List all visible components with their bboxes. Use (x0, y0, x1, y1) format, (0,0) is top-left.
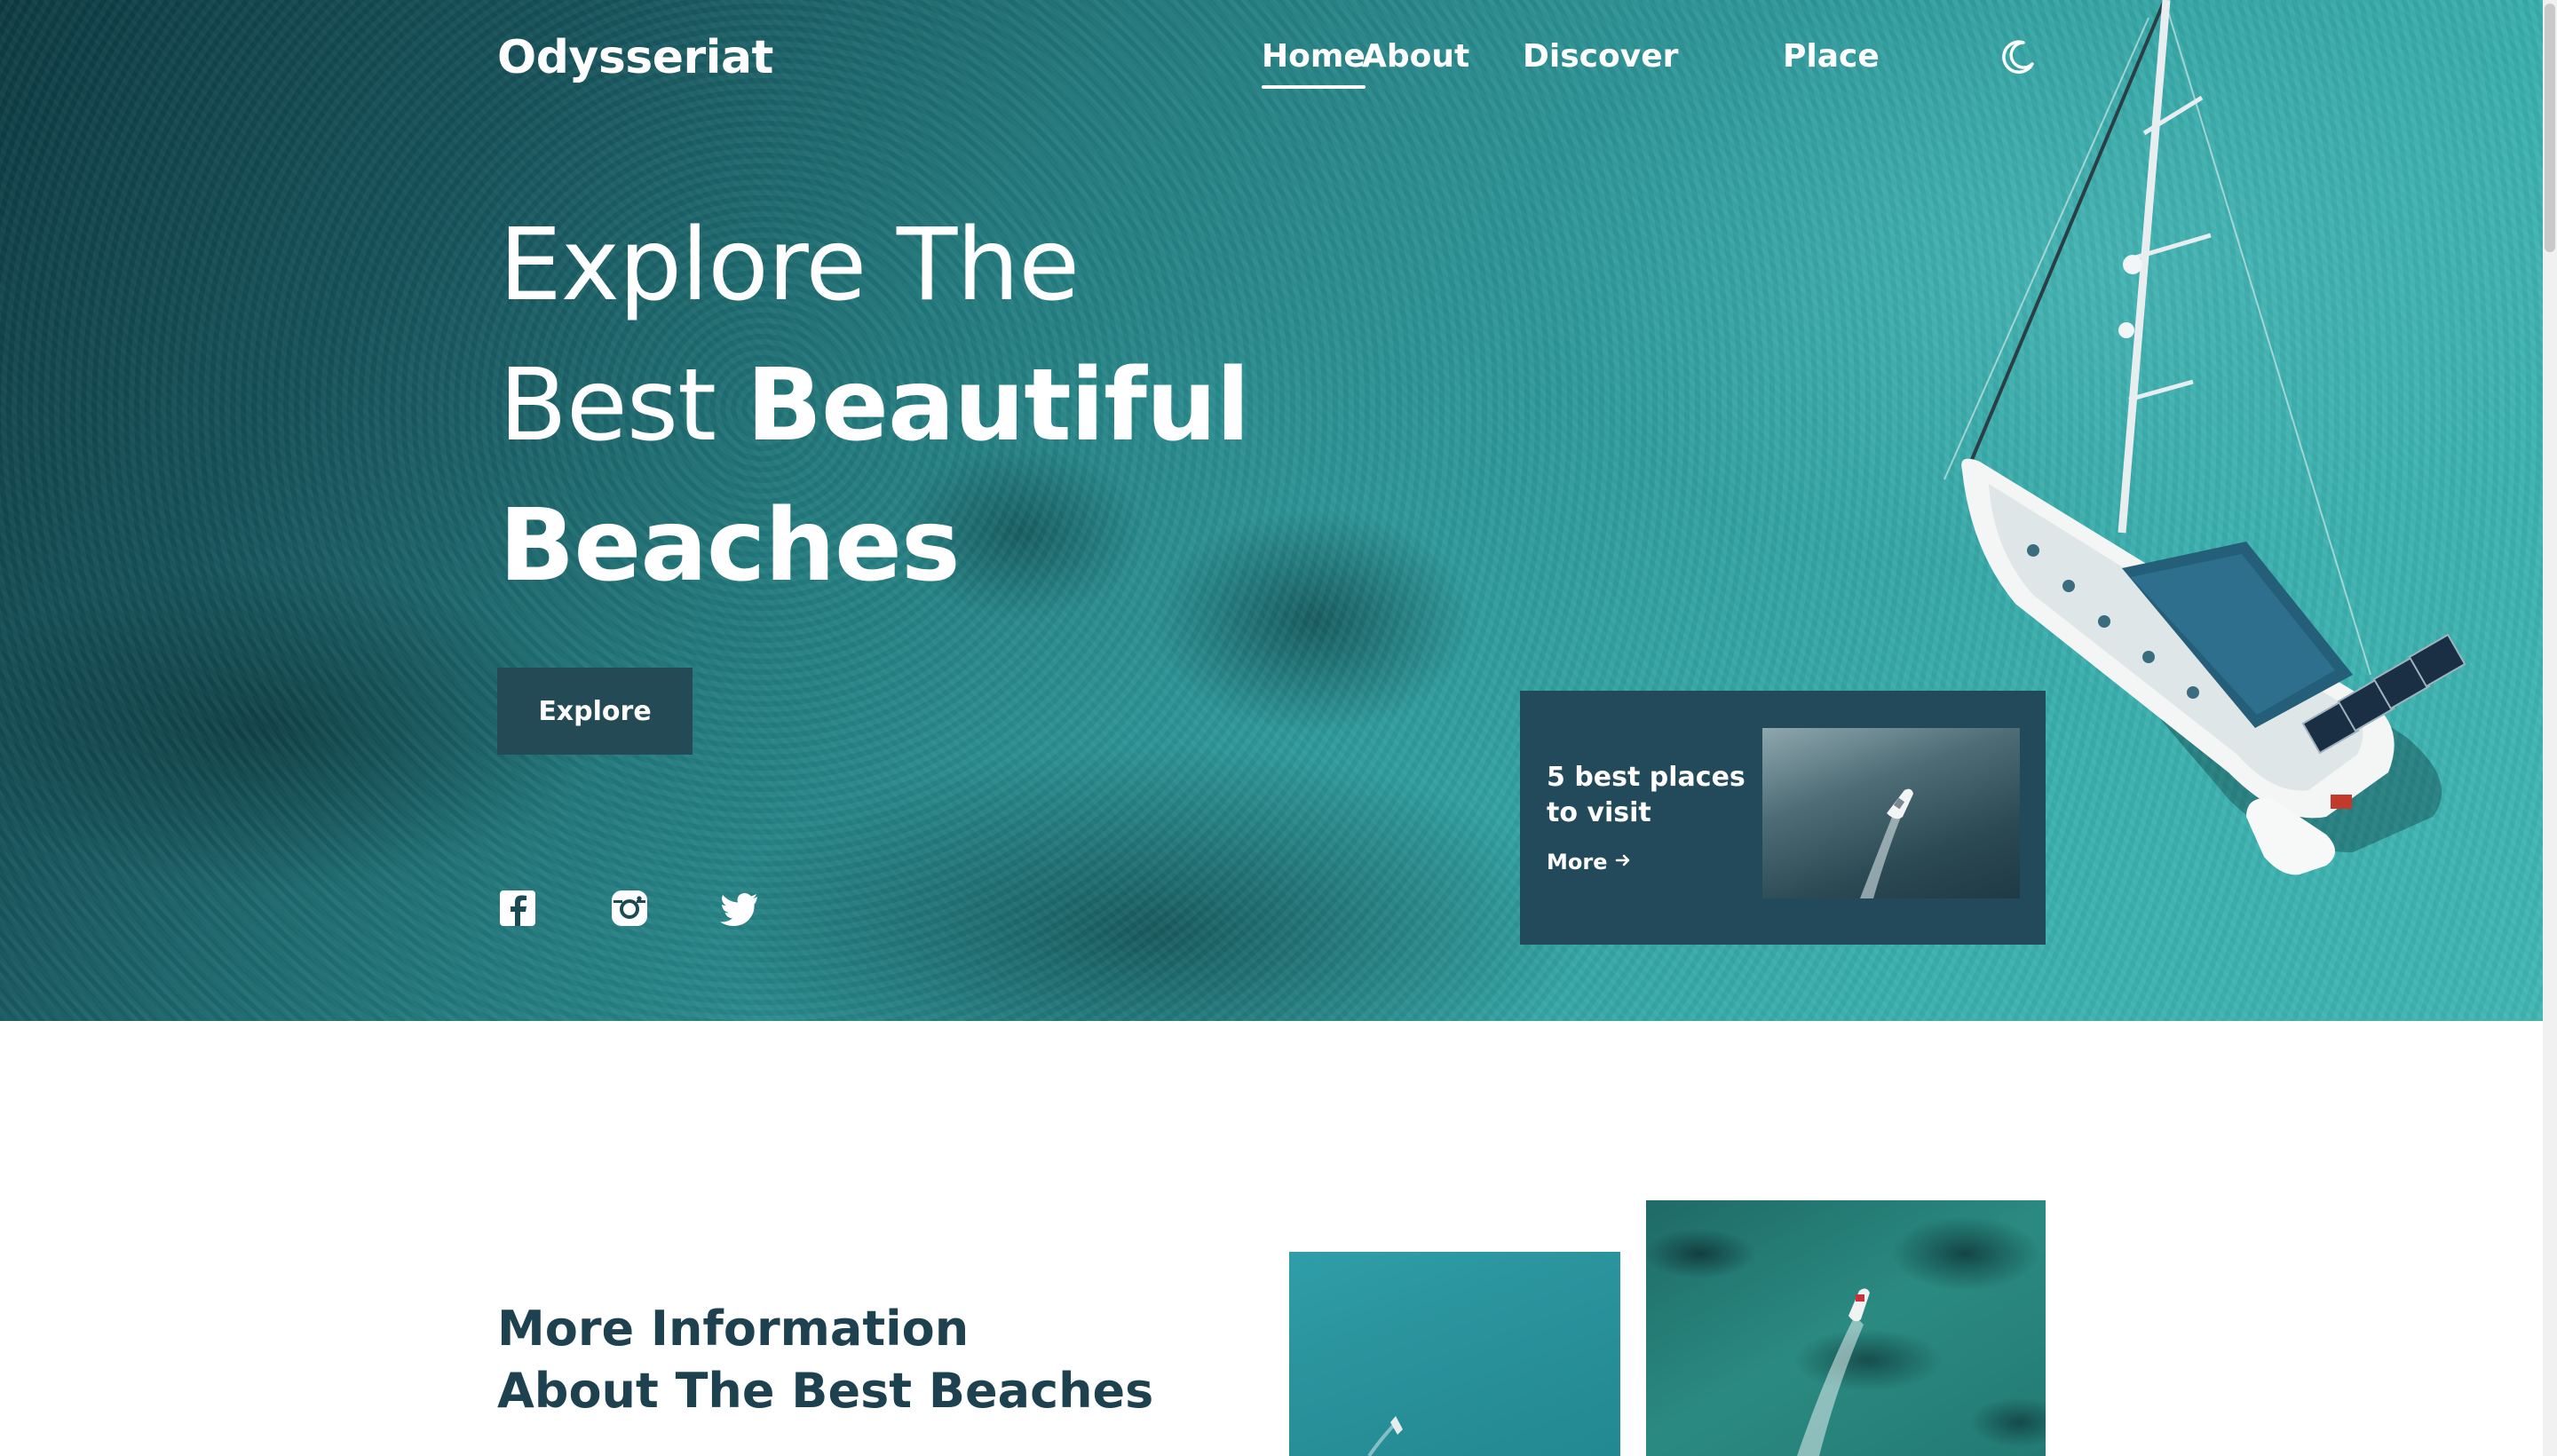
facebook-icon[interactable] (497, 888, 538, 929)
hero-title-line1: Explore The (499, 208, 1080, 323)
site-header: Odysseriat Home About Discover Place (497, 0, 2046, 115)
promo-card[interactable]: 5 best places to visit More (1520, 691, 2046, 945)
nav-discover[interactable]: Discover (1523, 30, 1678, 83)
twitter-icon[interactable] (719, 888, 760, 929)
instagram-icon[interactable] (609, 888, 650, 929)
moon-icon[interactable] (1997, 36, 2039, 78)
nav-place[interactable]: Place (1783, 30, 1880, 83)
hero-section: Odysseriat Home About Discover Place Exp… (0, 0, 2543, 1021)
info-title-line2: About The Best Beaches (497, 1363, 1154, 1419)
hero-title-line2-light: Best (499, 348, 747, 463)
hero-title-line2-bold: Beautiful (746, 348, 1250, 463)
hero-title: Explore The Best Beautiful Beaches (499, 195, 1387, 616)
beach-image-1 (1289, 1252, 1620, 1456)
promo-boat-image (1762, 728, 2020, 898)
nav-about[interactable]: About (1362, 30, 1469, 83)
scrollbar-thumb[interactable] (2545, 4, 2555, 252)
arrow-right-icon (1614, 847, 1632, 877)
hero-title-line3: Beaches (499, 488, 961, 604)
promo-more-link[interactable]: More (1547, 847, 1632, 877)
site-logo[interactable]: Odysseriat (497, 27, 773, 89)
info-title-line1: More Information (497, 1301, 970, 1357)
promo-title: 5 best places to visit (1547, 762, 1746, 828)
explore-button[interactable]: Explore (497, 668, 693, 755)
beach-image-2 (1646, 1200, 2046, 1456)
page-scrollbar[interactable] (2543, 0, 2557, 1456)
nav-home[interactable]: Home (1262, 30, 1366, 89)
promo-more-label: More (1547, 850, 1608, 874)
info-section-title: More Information About The Best Beaches (497, 1298, 1207, 1422)
